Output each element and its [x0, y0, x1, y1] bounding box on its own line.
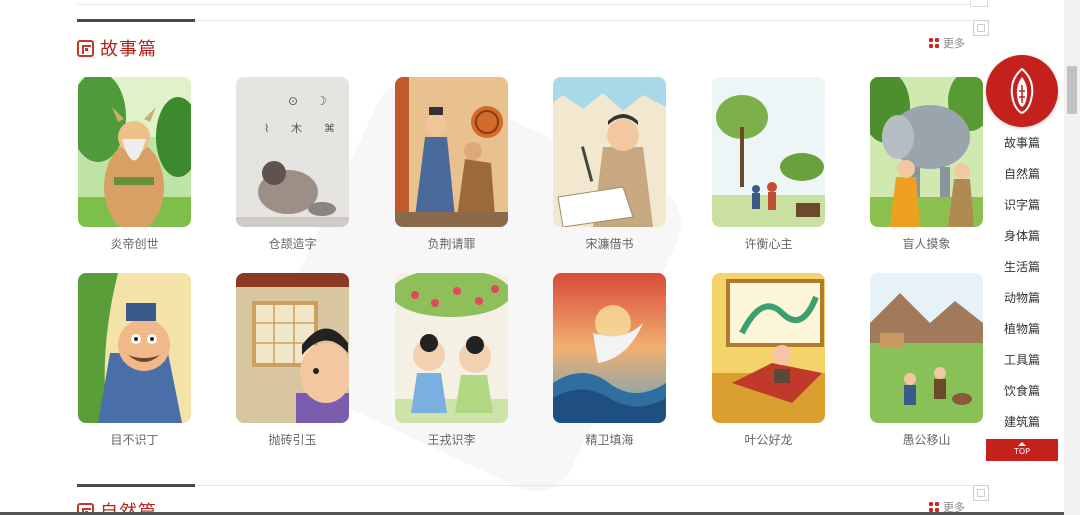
story-caption[interactable]: 叶公好龙 — [712, 432, 825, 448]
story-caption[interactable]: 盲人摸象 — [870, 236, 983, 252]
story-thumbnail[interactable] — [395, 273, 508, 423]
vertical-scrollbar[interactable] — [1064, 0, 1080, 515]
sidebar-item-characters[interactable]: 识字篇 — [986, 197, 1058, 228]
sidebar-item-body[interactable]: 身体篇 — [986, 228, 1058, 259]
story-card[interactable]: 炎帝创世 — [78, 77, 191, 252]
story-thumbnail[interactable] — [712, 77, 825, 227]
page: 故事篇 更多 炎帝创世 ⊙ ☽ ⌇ 木 ⌘ 仓颉造字 负荆请罪 宋濂借书 许衡心… — [0, 0, 1080, 515]
story-card[interactable]: 负荆请罪 — [395, 77, 508, 252]
back-to-top-label: TOP — [1013, 447, 1030, 456]
section-divider-accent — [77, 484, 195, 487]
story-caption[interactable]: 炎帝创世 — [78, 236, 191, 252]
story-card[interactable]: 目不识丁 — [78, 273, 191, 448]
section-title-text: 故事篇 — [100, 39, 157, 60]
section-title: 故事篇 — [77, 36, 157, 60]
corner-ornament-icon — [970, 0, 988, 7]
story-thumbnail[interactable] — [870, 273, 983, 423]
svg-text:木: 木 — [291, 122, 302, 135]
section-divider-accent — [77, 19, 195, 22]
corner-ornament-icon — [973, 485, 989, 501]
story-caption[interactable]: 抛砖引玉 — [236, 432, 349, 448]
sidebar-item-food[interactable]: 饮食篇 — [986, 383, 1058, 414]
story-caption[interactable]: 宋濂借书 — [553, 236, 666, 252]
back-to-top-button[interactable]: TOP — [986, 439, 1058, 461]
story-thumbnail[interactable] — [712, 273, 825, 423]
story-caption[interactable]: 王戎识李 — [395, 432, 508, 448]
svg-text:⊙: ⊙ — [288, 94, 298, 108]
story-caption[interactable]: 目不识丁 — [78, 432, 191, 448]
story-card[interactable]: 精卫填海 — [553, 273, 666, 448]
story-caption[interactable]: 精卫填海 — [553, 432, 666, 448]
arrow-up-icon — [1018, 442, 1026, 446]
story-caption[interactable]: 愚公移山 — [870, 432, 983, 448]
story-thumbnail[interactable] — [870, 77, 983, 227]
story-thumbnail[interactable] — [78, 77, 191, 227]
fret-pattern-icon — [77, 39, 94, 57]
grid-icon — [929, 502, 939, 512]
sidebar-item-plants[interactable]: 植物篇 — [986, 321, 1058, 352]
story-card[interactable]: 许衡心主 — [712, 77, 825, 252]
story-thumbnail[interactable]: ⊙ ☽ ⌇ 木 ⌘ — [236, 77, 349, 227]
svg-text:⌇: ⌇ — [264, 122, 269, 135]
sidebar-item-tools[interactable]: 工具篇 — [986, 352, 1058, 383]
story-card[interactable]: ⊙ ☽ ⌇ 木 ⌘ 仓颉造字 — [236, 77, 349, 252]
seal-logo-icon — [1010, 67, 1034, 115]
sidebar-item-nature[interactable]: 自然篇 — [986, 166, 1058, 197]
story-thumbnail[interactable] — [553, 273, 666, 423]
story-card[interactable]: 愚公移山 — [870, 273, 983, 448]
story-caption[interactable]: 负荆请罪 — [395, 236, 508, 252]
story-card[interactable]: 王戎识李 — [395, 273, 508, 448]
svg-text:⌘: ⌘ — [324, 122, 335, 135]
story-card[interactable]: 抛砖引玉 — [236, 273, 349, 448]
more-link[interactable]: 更多 — [929, 35, 965, 51]
story-thumbnail[interactable] — [395, 77, 508, 227]
story-caption[interactable]: 许衡心主 — [712, 236, 825, 252]
top-divider — [77, 0, 971, 5]
site-logo[interactable] — [986, 55, 1058, 127]
sidebar-item-animals[interactable]: 动物篇 — [986, 290, 1058, 321]
more-link-label: 更多 — [943, 37, 965, 50]
section-divider — [77, 20, 971, 21]
grid-icon — [929, 38, 939, 48]
story-thumbnail[interactable] — [236, 273, 349, 423]
story-thumbnail[interactable] — [553, 77, 666, 227]
story-card[interactable]: 宋濂借书 — [553, 77, 666, 252]
category-sidebar: 故事篇 自然篇 识字篇 身体篇 生活篇 动物篇 植物篇 工具篇 饮食篇 建筑篇 — [986, 135, 1058, 445]
story-caption[interactable]: 仓颉造字 — [236, 236, 349, 252]
svg-text:☽: ☽ — [316, 94, 327, 108]
corner-ornament-icon — [973, 20, 989, 36]
sidebar-item-stories[interactable]: 故事篇 — [986, 135, 1058, 166]
story-card[interactable]: 盲人摸象 — [870, 77, 983, 252]
scrollbar-thumb[interactable] — [1067, 66, 1077, 114]
story-thumbnail[interactable] — [78, 273, 191, 423]
story-card[interactable]: 叶公好龙 — [712, 273, 825, 448]
section-divider — [77, 485, 971, 486]
sidebar-item-life[interactable]: 生活篇 — [986, 259, 1058, 290]
